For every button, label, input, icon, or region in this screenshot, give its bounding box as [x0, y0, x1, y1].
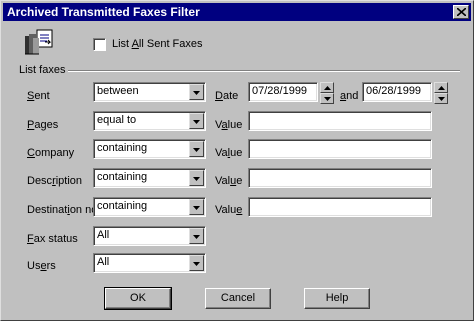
destination-value-label: Value — [215, 204, 243, 216]
date-label: Date — [215, 90, 239, 102]
fax-status-label: Fax status — [27, 233, 78, 245]
destination-operator-dropdown-button[interactable] — [189, 199, 204, 215]
chevron-down-icon — [193, 177, 200, 181]
date-to-input[interactable]: 06/28/1999 — [362, 82, 432, 102]
date-from-value: 07/28/1999 — [252, 85, 308, 97]
users-label: Users — [27, 260, 56, 272]
chevron-down-icon — [438, 97, 445, 101]
description-operator-value: containing — [97, 171, 148, 183]
ok-button[interactable]: OK — [104, 287, 172, 310]
title-bar[interactable]: Archived Transmitted Faxes Filter — [3, 3, 471, 21]
date-to-down-button[interactable] — [434, 93, 448, 104]
fax-status-dropdown-button[interactable] — [189, 228, 204, 244]
destination-label: Destination no — [27, 204, 98, 216]
company-operator-select[interactable]: containing — [93, 139, 206, 159]
pages-label: Pages — [27, 119, 59, 131]
description-operator-dropdown-button[interactable] — [189, 170, 204, 186]
company-value-label: Value — [215, 147, 243, 159]
group-label: List faxes — [19, 64, 66, 76]
chevron-down-icon — [193, 91, 200, 95]
company-operator-dropdown-button[interactable] — [189, 141, 204, 157]
date-from-up-button[interactable] — [320, 82, 334, 93]
description-operator-select[interactable]: containing — [93, 168, 206, 188]
sent-operator-dropdown-button[interactable] — [189, 84, 204, 100]
chevron-down-icon — [193, 148, 200, 152]
company-value-input[interactable] — [248, 139, 432, 159]
description-value-input[interactable] — [248, 168, 432, 188]
chevron-down-icon — [193, 235, 200, 239]
fax-status-select[interactable]: All — [93, 226, 206, 246]
pages-operator-value: equal to — [97, 114, 137, 126]
fax-archive-icon — [25, 29, 53, 55]
close-icon — [457, 8, 466, 16]
description-value-label: Value — [215, 175, 243, 187]
sent-operator-select[interactable]: between — [93, 82, 206, 102]
and-label: and — [340, 90, 359, 102]
sent-operator-value: between — [97, 85, 139, 97]
users-dropdown-button[interactable] — [189, 255, 204, 271]
company-operator-value: containing — [97, 142, 148, 154]
chevron-down-icon — [324, 97, 331, 101]
destination-operator-value: containing — [97, 200, 148, 212]
date-to-up-button[interactable] — [434, 82, 448, 93]
pages-value-label: Value — [215, 119, 243, 131]
pages-operator-select[interactable]: equal to — [93, 111, 206, 131]
list-all-label[interactable]: List All Sent Faxes — [112, 38, 203, 50]
destination-value-input[interactable] — [248, 197, 432, 217]
cancel-button[interactable]: Cancel — [205, 288, 271, 309]
pages-operator-dropdown-button[interactable] — [189, 113, 204, 129]
fax-status-value: All — [97, 229, 110, 241]
users-value: All — [97, 256, 110, 268]
destination-operator-select[interactable]: containing — [93, 197, 206, 217]
window-title: Archived Transmitted Faxes Filter — [7, 5, 200, 19]
chevron-down-icon — [193, 206, 200, 210]
help-button[interactable]: Help — [304, 288, 370, 309]
date-from-input[interactable]: 07/28/1999 — [248, 82, 318, 102]
list-all-checkbox[interactable] — [93, 38, 106, 51]
chevron-up-icon — [438, 86, 445, 90]
description-label: Description — [27, 175, 83, 187]
chevron-down-icon — [193, 262, 200, 266]
date-from-spinner[interactable] — [320, 82, 334, 104]
dialog-window: Archived Transmitted Faxes Filter List A… — [0, 0, 474, 321]
date-to-value: 06/28/1999 — [366, 85, 422, 97]
date-from-down-button[interactable] — [320, 93, 334, 104]
company-label: Company — [27, 147, 75, 159]
group-divider — [68, 70, 460, 72]
users-select[interactable]: All — [93, 253, 206, 273]
chevron-down-icon — [193, 120, 200, 124]
close-button[interactable] — [453, 5, 469, 19]
sent-label: Sent — [27, 90, 50, 102]
date-to-spinner[interactable] — [434, 82, 448, 104]
pages-value-input[interactable] — [248, 111, 432, 131]
chevron-up-icon — [324, 86, 331, 90]
